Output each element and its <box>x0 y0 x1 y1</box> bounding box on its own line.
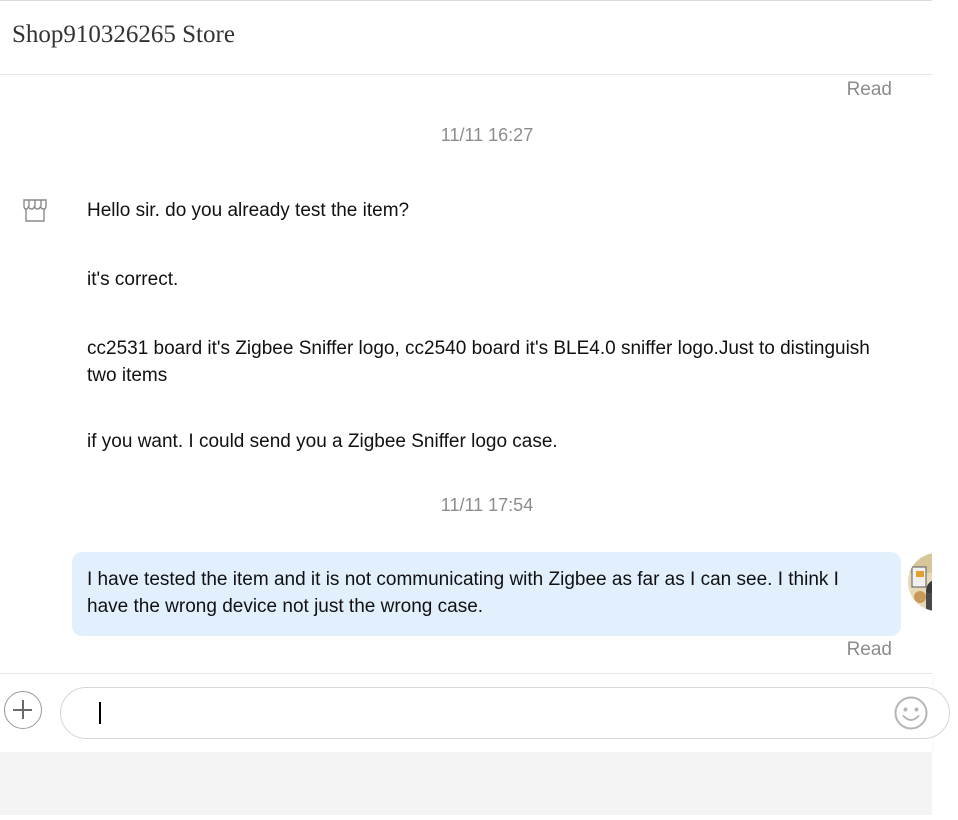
text-caret <box>99 702 101 724</box>
message-list[interactable]: Read 11/11 16:27 Hello sir. do you alrea… <box>0 75 932 673</box>
chat-header: Shop910326265 Store <box>0 0 932 75</box>
incoming-message[interactable]: Hello sir. do you already test the item? <box>87 197 887 224</box>
storefront-icon <box>23 199 47 222</box>
incoming-message[interactable]: if you want. I could send you a Zigbee S… <box>87 428 887 455</box>
plus-icon[interactable] <box>4 691 42 729</box>
footer-area <box>0 752 932 815</box>
smiley-icon[interactable] <box>893 695 929 731</box>
read-status: Read <box>846 79 892 100</box>
incoming-message[interactable]: cc2531 board it's Zigbee Sniffer logo, c… <box>87 335 887 389</box>
chat-window: Shop910326265 Store Read 11/11 16:27 Hel… <box>0 0 950 820</box>
timestamp: 11/11 17:54 <box>440 495 534 515</box>
timestamp: 11/11 16:27 <box>440 125 534 145</box>
incoming-message[interactable]: it's correct. <box>87 266 887 293</box>
read-status: Read <box>846 639 892 660</box>
outgoing-message[interactable]: I have tested the item and it is not com… <box>72 552 901 636</box>
user-avatar[interactable] <box>908 553 932 611</box>
message-input[interactable] <box>60 687 950 739</box>
composer <box>0 673 950 752</box>
store-name[interactable]: Shop910326265 Store <box>12 21 235 49</box>
